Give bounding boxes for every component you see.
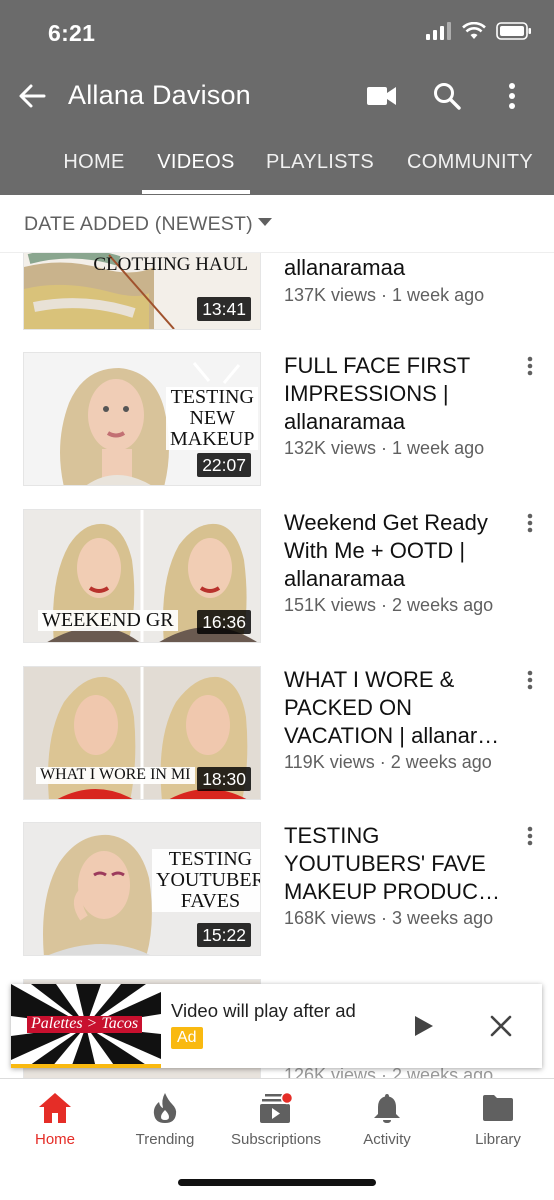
- video-meta: 132K views · 1 week ago: [284, 438, 485, 458]
- video-title: allanaramaa: [284, 255, 406, 280]
- video-duration: 18:30: [197, 767, 251, 791]
- more-vert-icon: [527, 513, 533, 533]
- thumbnail-caption: WEEKEND GR: [38, 610, 178, 631]
- more-vert-icon: [527, 826, 533, 846]
- nav-subscriptions[interactable]: Subscriptions: [221, 1091, 331, 1151]
- active-tab-indicator: [142, 190, 250, 194]
- video-duration: 22:07: [197, 453, 251, 477]
- ad-badge: Ad: [171, 1027, 203, 1049]
- tab-home[interactable]: HOME: [50, 130, 138, 195]
- sort-dropdown[interactable]: DATE ADDED (NEWEST): [0, 195, 554, 253]
- video-title: FULL FACE FIRST IMPRESSIONS | allanarama…: [284, 353, 470, 434]
- ad-title: Video will play after ad: [171, 1000, 356, 1021]
- thumbnail-caption: CLOTHING HAUL: [93, 254, 248, 275]
- ad-close-button[interactable]: [481, 1006, 521, 1046]
- video-more-button[interactable]: [516, 348, 544, 384]
- video-meta: 137K views · 1 week ago: [284, 285, 485, 305]
- play-icon: [415, 1016, 433, 1036]
- bell-icon: [370, 1091, 404, 1125]
- ad-play-button[interactable]: [404, 1006, 444, 1046]
- status-bar: 6:21: [0, 0, 554, 66]
- flame-icon: [148, 1091, 182, 1125]
- thumbnail-caption: TESTING YOUTUBER FAVES: [152, 849, 260, 912]
- nav-label-activity: Activity: [363, 1131, 411, 1148]
- nav-label-trending: Trending: [135, 1131, 195, 1148]
- ad-banner[interactable]: Palettes > Tacos Video will play after a…: [11, 984, 542, 1068]
- video-thumbnail[interactable]: CLOTHING HAUL 13:41: [23, 253, 261, 330]
- home-indicator[interactable]: [178, 1179, 376, 1186]
- subscriptions-icon: [259, 1091, 293, 1125]
- status-time: 6:21: [48, 20, 96, 46]
- video-duration: 15:22: [197, 923, 251, 947]
- video-thumbnail[interactable]: TESTING NEW MAKEUP 22:07: [23, 352, 261, 486]
- video-item[interactable]: WEEKEND GR 16:36 Weekend Get Ready With …: [0, 509, 554, 645]
- thumbnail-caption: WHAT I WORE IN MI: [36, 766, 195, 784]
- video-duration: 16:36: [197, 610, 251, 634]
- nav-label-subscriptions: Subscriptions: [230, 1131, 322, 1148]
- video-thumbnail[interactable]: WEEKEND GR 16:36: [23, 509, 261, 643]
- tab-videos[interactable]: VIDEOS: [142, 130, 250, 195]
- tab-community[interactable]: COMMUNITY: [400, 130, 540, 195]
- video-thumbnail[interactable]: TESTING YOUTUBER FAVES 15:22: [23, 822, 261, 956]
- battery-icon: [496, 22, 532, 45]
- status-icons: [426, 21, 532, 45]
- video-title: TESTING YOUTUBERS' FAVE MAKEUP PRODUC…: [284, 823, 500, 904]
- video-thumbnail[interactable]: WHAT I WORE IN MI 18:30: [23, 666, 261, 800]
- nav-label-home: Home: [34, 1131, 75, 1148]
- video-item[interactable]: TESTING YOUTUBER FAVES 15:22 TESTING YOU…: [0, 822, 554, 958]
- channel-title: Allana Davison: [68, 80, 251, 110]
- more-vert-icon: [527, 670, 533, 690]
- video-title: Weekend Get Ready With Me + OOTD | allan…: [284, 510, 488, 591]
- video-meta: 151K views · 2 weeks ago: [284, 595, 494, 615]
- search-button[interactable]: [427, 76, 467, 116]
- sort-label: DATE ADDED (NEWEST): [24, 213, 253, 235]
- close-icon: [490, 1015, 512, 1037]
- video-more-button[interactable]: [516, 505, 544, 541]
- video-meta: 119K views · 2 weeks ago: [284, 752, 492, 772]
- video-list[interactable]: CLOTHING HAUL 13:41 allanaramaa 137K vie…: [0, 253, 554, 1078]
- video-duration: 13:41: [197, 297, 251, 321]
- video-more-button[interactable]: [516, 662, 544, 698]
- nav-library[interactable]: Library: [443, 1091, 553, 1151]
- back-arrow-icon: [19, 84, 46, 108]
- channel-tabs: HOME VIDEOS PLAYLISTS COMMUNITY: [0, 130, 554, 195]
- video-camera-icon: [367, 87, 396, 105]
- channel-header: 6:21 Allana Davison HOME VIDEOS PLAYLIST…: [0, 0, 554, 195]
- nav-activity[interactable]: Activity: [332, 1091, 442, 1151]
- video-meta: 168K views · 3 weeks ago: [284, 908, 494, 928]
- top-app-bar: Allana Davison: [0, 66, 554, 126]
- nav-label-library: Library: [475, 1131, 521, 1148]
- thumbnail-caption: TESTING NEW MAKEUP: [166, 387, 259, 450]
- nav-trending[interactable]: Trending: [110, 1091, 220, 1151]
- caret-down-icon: [258, 218, 272, 226]
- upload-video-button[interactable]: [362, 76, 402, 116]
- video-item[interactable]: CLOTHING HAUL 13:41 allanaramaa 137K vie…: [0, 253, 554, 332]
- video-more-button[interactable]: [516, 818, 544, 854]
- ad-thumbnail-caption: Palettes > Tacos: [27, 1015, 143, 1033]
- video-item[interactable]: TESTING NEW MAKEUP 22:07 FULL FACE FIRST…: [0, 352, 554, 488]
- video-item[interactable]: WHAT I WORE IN MI 18:30 WHAT I WORE & PA…: [0, 666, 554, 802]
- nav-home[interactable]: Home: [0, 1091, 110, 1151]
- overflow-menu-button[interactable]: [492, 76, 532, 116]
- folder-icon: [481, 1091, 515, 1125]
- back-button[interactable]: [12, 76, 52, 116]
- video-title: WHAT I WORE & PACKED ON VACATION | allan…: [284, 667, 500, 748]
- more-vert-icon: [509, 83, 515, 109]
- more-vert-icon: [527, 356, 533, 376]
- home-icon: [38, 1091, 72, 1125]
- tab-playlists[interactable]: PLAYLISTS: [258, 130, 382, 195]
- signal-icon: [426, 22, 452, 45]
- ad-thumbnail[interactable]: Palettes > Tacos: [11, 984, 161, 1068]
- search-icon: [434, 83, 461, 110]
- wifi-icon: [462, 21, 486, 45]
